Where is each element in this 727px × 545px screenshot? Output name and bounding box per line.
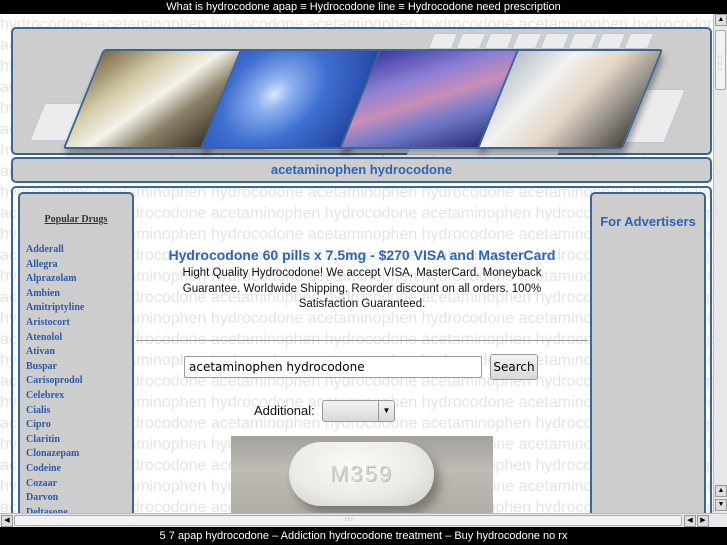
popular-drugs-heading: Popular Drugs	[44, 214, 108, 225]
main-content: Hydrocodone 60 pills x 7.5mg - $270 VISA…	[136, 192, 588, 513]
offer-description: Hight Quality Hydrocodone! We accept VIS…	[182, 267, 542, 310]
banner-decor-tile	[511, 33, 543, 49]
additional-select[interactable]: ▼	[322, 400, 395, 422]
banner-decor-tile	[483, 33, 515, 49]
scroll-right-arrow-icon[interactable]: ▶	[697, 515, 709, 527]
bottom-title-text: 5 7 apap hydrocodone – Addiction hydroco…	[159, 530, 568, 542]
scroll-left-arrow-icon[interactable]: ◀	[1, 515, 13, 527]
drug-link[interactable]: Celebrex	[26, 389, 84, 404]
drug-link[interactable]: Ambien	[26, 287, 84, 302]
drug-link[interactable]: Atenolol	[26, 331, 84, 346]
drug-link[interactable]: Claritin	[26, 433, 84, 448]
top-title-text: What is hydrocodone apap ≡ Hydrocodone l…	[166, 1, 561, 13]
drug-link[interactable]: Amitriptyline	[26, 301, 84, 316]
pill-tablet: M359	[289, 442, 434, 506]
header-banner	[11, 27, 712, 155]
offer-title[interactable]: Hydrocodone 60 pills x 7.5mg - $270 VISA…	[136, 247, 588, 263]
search-input[interactable]	[184, 356, 482, 378]
banner-decor-tile	[455, 33, 487, 49]
drug-link[interactable]: Clonazepam	[26, 447, 84, 462]
chevron-down-icon[interactable]: ▼	[378, 401, 394, 421]
horizontal-scrollbar[interactable]: ◀ ∷∷ ◀ ▶	[0, 513, 727, 527]
pill-imprint: M359	[329, 461, 394, 486]
right-sidebar: For Advertisers	[590, 192, 706, 513]
banner-decor-tile	[427, 33, 459, 49]
drug-link[interactable]: Cialis	[26, 404, 84, 419]
grip-icon: ∷ ∷ ∷	[718, 55, 722, 73]
content-divider	[136, 340, 588, 341]
banner-decor-tile	[623, 33, 655, 49]
vertical-scrollbar[interactable]: ∷ ∷ ∷ ▲ ▲ ▼	[713, 14, 727, 513]
drug-link[interactable]: Deltasone	[26, 506, 84, 513]
drug-link[interactable]: Buspar	[26, 360, 84, 375]
drug-link[interactable]: Alprazolam	[26, 272, 84, 287]
scroll-up-arrow-icon[interactable]: ▲	[715, 14, 727, 26]
drug-link[interactable]: Darvon	[26, 491, 84, 506]
drug-link[interactable]: Carisoprodol	[26, 374, 84, 389]
site-title-bar: acetaminophen hydrocodone	[11, 157, 712, 183]
drug-link[interactable]: Ativan	[26, 345, 84, 360]
left-sidebar: Popular Drugs Adderall Allegra Alprazola…	[18, 192, 134, 513]
site-title: acetaminophen hydrocodone	[270, 162, 453, 177]
page-viewport: hydrocodone acetaminophen hydrocodone ac…	[0, 14, 713, 513]
horizontal-scroll-thumb[interactable]: ∷∷	[14, 515, 682, 526]
popular-drugs-list: Adderall Allegra Alprazolam Ambien Amitr…	[26, 243, 84, 513]
banner-decor-tile	[567, 33, 599, 49]
search-button[interactable]: Search	[490, 354, 538, 380]
drug-link[interactable]: Codeine	[26, 462, 84, 477]
drug-link[interactable]: Adderall	[26, 243, 84, 258]
banner-decor-tile	[539, 33, 571, 49]
scroll-left-arrow-icon[interactable]: ◀	[684, 515, 696, 527]
vertical-scroll-thumb[interactable]: ∷ ∷ ∷	[715, 30, 726, 90]
drug-link[interactable]: Cipro	[26, 418, 84, 433]
banner-decor-tile	[595, 33, 627, 49]
grip-icon: ∷∷	[345, 517, 353, 523]
scroll-up-arrow-icon[interactable]: ▲	[715, 485, 727, 497]
additional-label: Additional:	[254, 403, 315, 418]
for-advertisers-link[interactable]: For Advertisers	[592, 214, 704, 229]
scroll-down-arrow-icon[interactable]: ▼	[715, 499, 727, 511]
drug-link[interactable]: Allegra	[26, 258, 84, 273]
drug-link[interactable]: Aristocort	[26, 316, 84, 331]
top-title-bar: What is hydrocodone apap ≡ Hydrocodone l…	[0, 0, 727, 14]
pill-photo: M359	[231, 436, 493, 513]
bottom-title-bar: 5 7 apap hydrocodone – Addiction hydroco…	[0, 527, 727, 545]
drug-link[interactable]: Cozaar	[26, 477, 84, 492]
